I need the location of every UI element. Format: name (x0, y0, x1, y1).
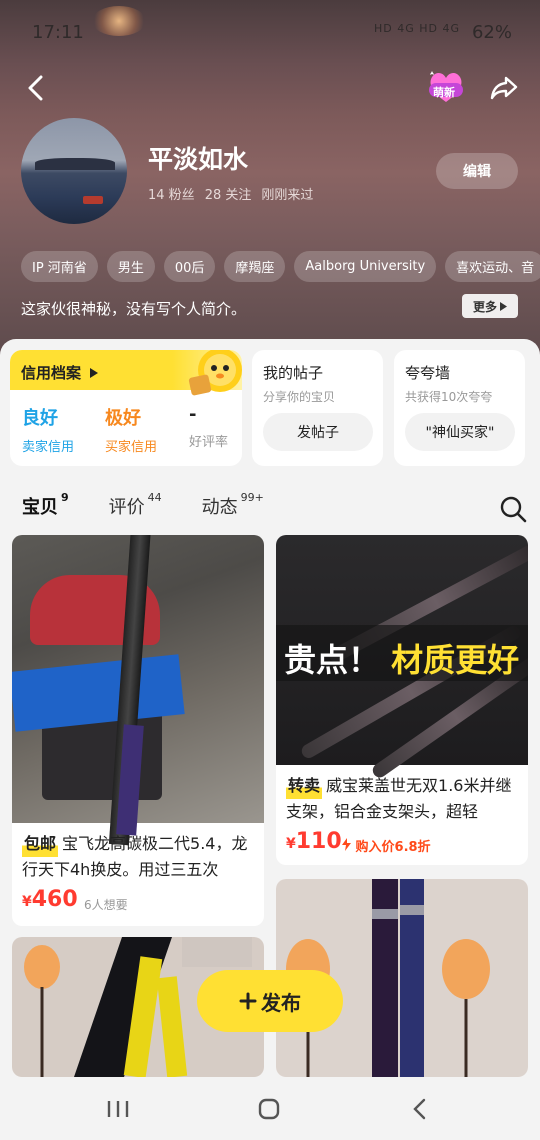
newbie-badge[interactable]: 萌新 (426, 68, 466, 104)
status-time: 17:11 (32, 22, 84, 43)
chevron-left-icon (413, 1098, 426, 1120)
recent-apps-icon (107, 1101, 129, 1117)
system-back-button[interactable] (400, 1095, 440, 1123)
profile-tags: IP 河南省 男生 00后 摩羯座 Aalborg University 喜欢运… (21, 251, 540, 283)
praise-wall-title: 夸夸墙 (405, 364, 451, 382)
credit-title-text: 信用档案 (21, 364, 82, 382)
product-card[interactable]: 贵点！ 材质更好 转卖 威宝莱盖世无双1.6米并继支架，铝合金支架头，超轻 ¥11… (276, 535, 528, 865)
buyer-credit-value: 极好 (105, 408, 141, 429)
tab-activity-count: 99+ (240, 491, 264, 504)
seller-credit-value: 良好 (22, 408, 58, 429)
share-button[interactable] (484, 68, 524, 108)
profile-stats: 14 粉丝 28 关注 刚刚来过 (148, 184, 313, 203)
buyer-credit-label: 买家信用 (105, 440, 158, 455)
followers-count[interactable]: 14 粉丝 (148, 184, 195, 203)
good-rate: - 好评率 (189, 404, 228, 450)
price-symbol: ¥ (286, 836, 296, 852)
tab-items-label: 宝贝 (22, 497, 58, 518)
product-card[interactable]: 包邮 宝飞龙高碳极二代5.4，龙行天下4h换皮。用过三五次 ¥460 6人想要 (12, 535, 264, 926)
good-rate-value: - (189, 404, 197, 425)
price-symbol: ¥ (22, 894, 32, 910)
home-button[interactable] (249, 1095, 289, 1123)
status-bar: 17:11 HD 4G HD 4G 62% (32, 22, 520, 48)
status-battery: 62% (471, 22, 512, 43)
buyer-credit: 极好 买家信用 (105, 404, 157, 455)
summary-cards: 信用档案 良好 卖家信用 极好 买家信用 - 好评率 我的帖子 分享你的宝贝 发… (10, 350, 530, 466)
status-signal: HD 4G HD 4G (373, 22, 460, 35)
price-value: 460 (31, 887, 78, 912)
tag-zodiac: 摩羯座 (224, 251, 286, 282)
publish-button[interactable]: 发布 (197, 970, 343, 1032)
praise-wall-card[interactable]: 夸夸墙 共获得10次夸夸 "神仙买家" (394, 350, 525, 466)
create-post-button[interactable]: 发帖子 (263, 413, 373, 451)
recent-apps-button[interactable] (98, 1095, 138, 1123)
free-shipping-tag: 包邮 (22, 831, 59, 857)
tag-gender: 男生 (106, 251, 155, 282)
promo-banner-white: 贵点！ (284, 641, 381, 679)
product-title: 转卖 威宝莱盖世无双1.6米并继支架，铝合金支架头，超轻 (286, 773, 522, 825)
triangle-right-icon (90, 368, 99, 378)
tab-activity[interactable]: 动态 99+ (201, 491, 264, 523)
home-icon (258, 1098, 280, 1120)
product-title: 包邮 宝飞龙高碳极二代5.4，龙行天下4h换皮。用过三五次 (22, 831, 258, 883)
profile-bio: 这家伙很神秘，没有写个人简介。 (21, 300, 247, 318)
following-count[interactable]: 28 关注 (205, 184, 252, 203)
tab-reviews-count: 44 (147, 491, 162, 504)
tab-reviews[interactable]: 评价 44 (108, 491, 162, 523)
my-posts-subtitle: 分享你的宝贝 (263, 390, 336, 404)
promo-banner-text: 贵点！ 材质更好 (284, 635, 519, 681)
praise-tag-button[interactable]: "神仙买家" (405, 413, 515, 451)
avatar-boat (83, 196, 103, 204)
tag-hobby: 喜欢运动、音 (445, 251, 540, 282)
tab-activity-label: 动态 (201, 497, 238, 518)
avatar-hill (35, 158, 115, 170)
buy-in-text: 购入价6.8折 (355, 840, 431, 855)
tab-reviews-label: 评价 (108, 497, 145, 518)
credit-card[interactable]: 信用档案 良好 卖家信用 极好 买家信用 - 好评率 (10, 350, 242, 466)
edit-profile-button[interactable]: 编辑 (436, 153, 518, 189)
mascot-icon (188, 350, 242, 396)
product-price: ¥460 (22, 887, 78, 912)
back-arrow-icon (28, 75, 43, 101)
more-button[interactable]: 更多 (462, 294, 518, 318)
triangle-right-icon (500, 301, 507, 311)
system-nav-bar (0, 1077, 540, 1140)
my-posts-card[interactable]: 我的帖子 分享你的宝贝 发帖子 (252, 350, 383, 466)
tag-school: Aalborg University (294, 251, 437, 282)
product-image: 贵点！ 材质更好 (276, 535, 528, 781)
more-label: 更多 (472, 299, 497, 314)
last-seen: 刚刚来过 (261, 188, 314, 203)
tab-items-count: 9 (61, 491, 69, 504)
back-button[interactable] (16, 68, 56, 108)
good-rate-label: 好评率 (189, 435, 229, 450)
my-posts-title: 我的帖子 (263, 364, 324, 382)
plus-icon (239, 992, 257, 1010)
lightning-icon (342, 838, 351, 851)
want-count: 6人想要 (84, 898, 128, 912)
avatar[interactable] (21, 118, 127, 224)
tag-ip: IP 河南省 (21, 251, 98, 282)
seller-credit: 良好 卖家信用 (22, 404, 74, 455)
price-value: 110 (295, 829, 342, 854)
promo-banner-yellow: 材质更好 (391, 641, 520, 679)
praise-wall-subtitle: 共获得10次夸夸 (405, 390, 493, 404)
search-icon[interactable] (498, 494, 528, 524)
badge-label: 萌新 (433, 86, 455, 99)
username: 平淡如水 (148, 145, 249, 174)
tab-items[interactable]: 宝贝 9 (22, 491, 69, 523)
publish-label: 发布 (261, 990, 301, 1015)
buy-in-price: 购入价6.8折 (342, 836, 431, 855)
product-price: ¥110 (286, 829, 342, 854)
resale-tag: 转卖 (286, 773, 323, 799)
content-tabs: 宝贝 9 评价 44 动态 99+ (22, 491, 264, 523)
tag-age: 00后 (163, 251, 216, 282)
product-image (12, 535, 264, 846)
seller-credit-label: 卖家信用 (22, 440, 75, 455)
credit-title: 信用档案 (21, 362, 99, 383)
share-icon (490, 76, 518, 100)
